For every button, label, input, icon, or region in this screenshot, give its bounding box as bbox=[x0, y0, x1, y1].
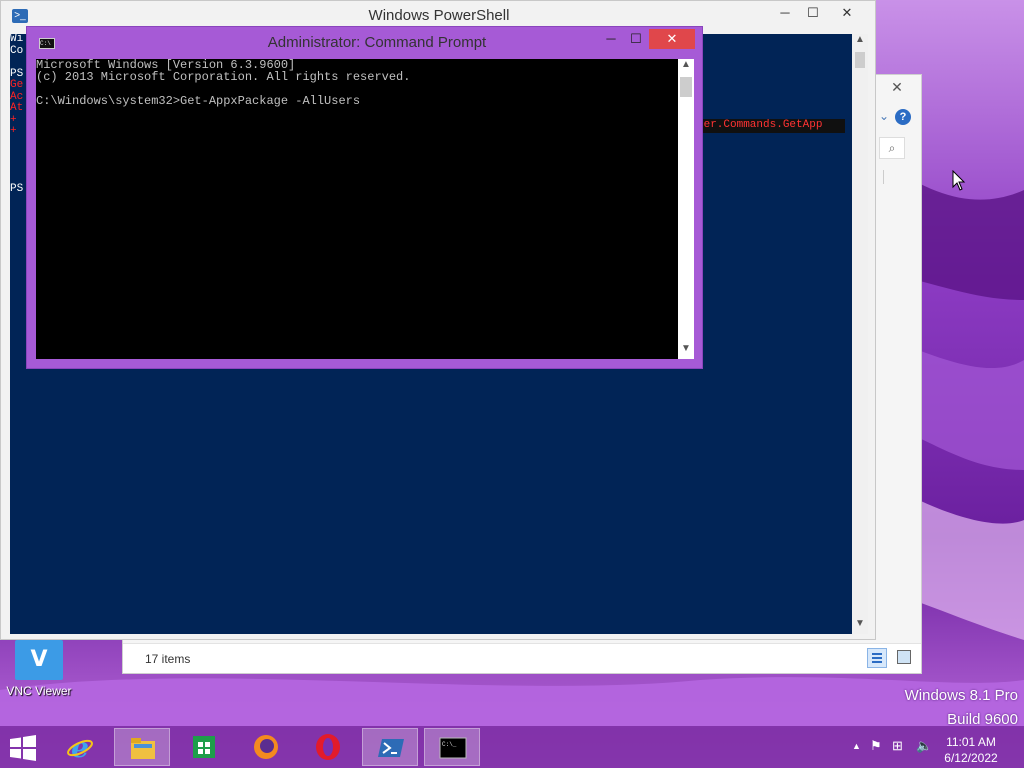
taskbar: e C:\_ ▲ ⚑ ⊞ 🔈 11:01 AM 6/12/2022 bbox=[0, 726, 1024, 768]
mouse-cursor-icon bbox=[952, 170, 966, 191]
clock-time: 11:01 AM bbox=[946, 735, 996, 749]
os-watermark: Windows 8.1 Pro Build 9600 bbox=[905, 684, 1018, 732]
svg-text:e: e bbox=[71, 733, 89, 761]
store-icon bbox=[193, 736, 215, 758]
volume-icon[interactable]: 🔈 bbox=[916, 738, 932, 754]
help-icon[interactable]: ? bbox=[895, 109, 911, 125]
window-title: Windows PowerShell bbox=[368, 7, 510, 24]
chevron-down-icon[interactable]: ⌄ bbox=[879, 109, 889, 123]
clock-date: 6/12/2022 bbox=[944, 751, 998, 765]
watermark-edition: Windows 8.1 Pro bbox=[904, 687, 1018, 704]
network-icon[interactable]: ⊞ bbox=[892, 738, 903, 754]
desktop-icon-vnc-viewer[interactable]: V VNC Viewer bbox=[4, 640, 74, 698]
divider bbox=[883, 170, 884, 184]
scroll-down-icon[interactable]: ▼ bbox=[852, 618, 868, 634]
explorer-close-button[interactable]: ✕ bbox=[877, 77, 917, 97]
maximize-button[interactable]: ☐ bbox=[625, 29, 647, 49]
clock[interactable]: 11:01 AM 6/12/2022 bbox=[936, 734, 1006, 766]
status-bar: 17 items bbox=[123, 643, 921, 673]
vertical-scrollbar[interactable]: ▲ ▼ bbox=[852, 34, 868, 634]
action-center-flag-icon[interactable]: ⚑ bbox=[870, 738, 882, 754]
taskbar-store[interactable] bbox=[176, 728, 232, 766]
scroll-up-icon[interactable]: ▲ bbox=[852, 34, 868, 50]
vnc-viewer-icon: V bbox=[15, 640, 63, 680]
close-button[interactable]: ✕ bbox=[823, 3, 871, 23]
folder-icon bbox=[131, 738, 155, 759]
search-icon[interactable]: ⌕ bbox=[879, 137, 905, 159]
close-button[interactable]: ✕ bbox=[649, 29, 695, 49]
command-prompt-window[interactable]: C:\ Administrator: Command Prompt ─ ☐ ✕ … bbox=[26, 26, 703, 369]
large-icons-view-button[interactable] bbox=[897, 650, 911, 664]
items-count: 17 items bbox=[145, 652, 191, 666]
vertical-scrollbar[interactable]: ▲ ▼ bbox=[678, 59, 694, 359]
powershell-icon bbox=[378, 739, 404, 757]
details-view-button[interactable] bbox=[867, 648, 887, 668]
console-line: (c) 2013 Microsoft Corporation. All righ… bbox=[36, 70, 411, 84]
start-button[interactable] bbox=[8, 734, 38, 762]
command-prompt-console[interactable]: Microsoft Windows [Version 6.3.9600] (c)… bbox=[36, 59, 678, 359]
taskbar-internet-explorer[interactable]: e bbox=[52, 728, 108, 766]
error-text: ger.Commands.GetApp bbox=[693, 119, 845, 133]
scroll-thumb[interactable] bbox=[855, 52, 865, 68]
firefox-icon bbox=[254, 735, 278, 759]
command-prompt-icon: C:\_ bbox=[439, 737, 467, 759]
minimize-button[interactable]: ─ bbox=[773, 3, 797, 23]
scroll-up-icon[interactable]: ▲ bbox=[678, 59, 694, 75]
window-title: Administrator: Command Prompt bbox=[267, 34, 487, 51]
system-tray: ▲ ⚑ ⊞ 🔈 11:01 AM 6/12/2022 bbox=[844, 726, 1024, 768]
scroll-down-icon[interactable]: ▼ bbox=[678, 343, 694, 359]
taskbar-command-prompt[interactable]: C:\_ bbox=[424, 728, 480, 766]
taskbar-file-explorer[interactable] bbox=[114, 728, 170, 766]
console-command-line: C:\Windows\system32>Get-AppxPackage -All… bbox=[36, 94, 361, 108]
internet-explorer-icon: e bbox=[67, 733, 93, 761]
show-hidden-icons-icon[interactable]: ▲ bbox=[852, 741, 861, 751]
taskbar-opera[interactable] bbox=[300, 728, 356, 766]
desktop-icon-label: VNC Viewer bbox=[6, 684, 72, 698]
taskbar-powershell[interactable] bbox=[362, 728, 418, 766]
svg-text:C:\_: C:\_ bbox=[442, 741, 457, 748]
minimize-button[interactable]: ─ bbox=[600, 29, 622, 49]
opera-icon bbox=[316, 734, 340, 760]
scroll-thumb[interactable] bbox=[680, 77, 692, 97]
taskbar-firefox[interactable] bbox=[238, 728, 294, 766]
maximize-button[interactable]: ☐ bbox=[801, 3, 825, 23]
